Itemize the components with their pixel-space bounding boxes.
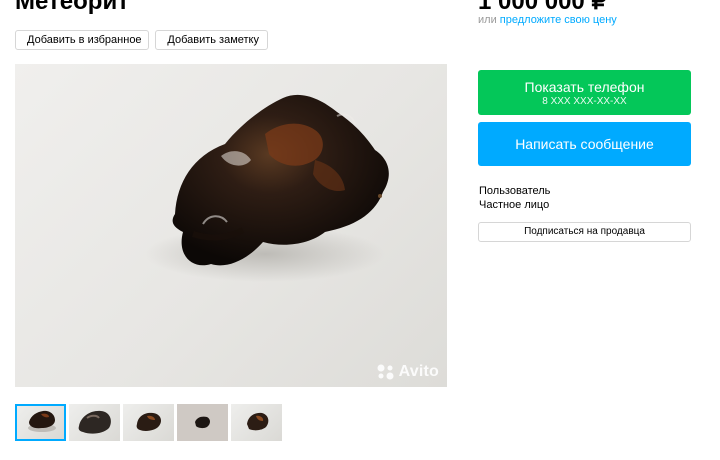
add-favorite-button[interactable]: Добавить в избранное xyxy=(15,30,149,50)
show-phone-label: Показать телефон xyxy=(524,79,645,95)
seller-type: Частное лицо xyxy=(479,199,550,211)
watermark-text: Avito xyxy=(398,363,439,380)
thumbnail-3[interactable] xyxy=(123,404,174,441)
meteorite-image xyxy=(145,94,389,282)
thumbnail-image xyxy=(136,412,161,431)
thumbnail-image xyxy=(247,412,269,431)
thumbnail-image xyxy=(177,404,228,441)
add-favorite-label: Добавить в избранное xyxy=(27,34,142,46)
thumbnail-strip xyxy=(15,404,282,441)
price-offer: или предложите свою цену xyxy=(478,14,617,26)
seller-name[interactable]: Пользователь xyxy=(479,185,550,197)
avito-watermark: Avito xyxy=(375,363,439,381)
avito-logo-icon xyxy=(377,364,394,380)
listing-title: Метеорит xyxy=(15,0,129,15)
thumbnail-4[interactable] xyxy=(177,404,228,441)
offer-prefix: или xyxy=(478,14,497,26)
masked-phone-number: 8 XXX XXX-XX-XX xyxy=(542,96,627,107)
offer-price-link[interactable]: предложите свою цену xyxy=(500,14,617,26)
thumbnail-1[interactable] xyxy=(15,404,66,441)
main-photo[interactable]: Avito xyxy=(15,64,447,387)
thumbnail-image xyxy=(78,410,111,434)
thumbnail-image xyxy=(28,410,56,432)
subscribe-seller-button[interactable]: Подписаться на продавца xyxy=(478,222,691,242)
thumbnail-2[interactable] xyxy=(69,404,120,441)
add-note-button[interactable]: Добавить заметку xyxy=(155,30,268,50)
write-message-button[interactable]: Написать сообщение xyxy=(478,122,691,166)
add-note-label: Добавить заметку xyxy=(167,34,259,46)
show-phone-button[interactable]: Показать телефон 8 XXX XXX-XX-XX xyxy=(478,70,691,115)
thumbnail-5[interactable] xyxy=(231,404,282,441)
